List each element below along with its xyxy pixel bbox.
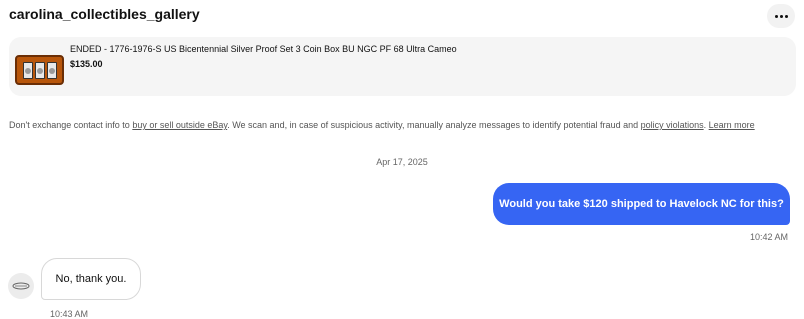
policy-violations-link[interactable]: policy violations	[641, 120, 704, 130]
seller-name[interactable]: carolina_collectibles_gallery	[9, 6, 200, 22]
ellipsis-icon	[774, 14, 778, 18]
item-price: $135.00	[70, 59, 103, 69]
avatar-image-icon	[12, 282, 30, 290]
safety-disclaimer: Don't exchange contact info to buy or se…	[9, 120, 755, 130]
outgoing-message: Would you take $120 shipped to Havelock …	[493, 183, 790, 225]
more-options-button[interactable]	[767, 4, 795, 28]
incoming-message-time: 10:43 AM	[50, 309, 89, 319]
incoming-message: No, thank you.	[41, 258, 141, 300]
seller-avatar[interactable]	[8, 273, 34, 299]
learn-more-link[interactable]: Learn more	[709, 120, 755, 130]
item-card[interactable]: ENDED - 1776-1976-S US Bicentennial Silv…	[9, 37, 796, 96]
outgoing-message-time: 10:42 AM	[750, 232, 789, 242]
item-title[interactable]: ENDED - 1776-1976-S US Bicentennial Silv…	[70, 44, 457, 54]
coin-set-thumbnail[interactable]	[15, 55, 64, 85]
buy-sell-outside-link[interactable]: buy or sell outside eBay	[132, 120, 227, 130]
conversation-header: carolina_collectibles_gallery	[0, 0, 804, 30]
date-separator: Apr 17, 2025	[376, 157, 428, 167]
